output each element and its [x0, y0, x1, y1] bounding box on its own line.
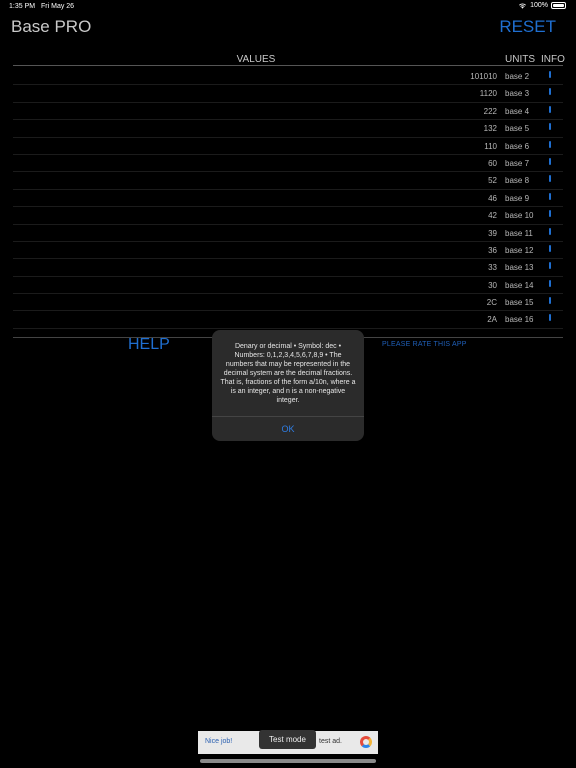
info-icon[interactable]	[549, 279, 551, 287]
ad-logo-icon	[360, 736, 372, 748]
row-value: 33	[488, 263, 497, 273]
row-unit: base 10	[505, 211, 534, 221]
row-unit: base 11	[505, 228, 533, 238]
info-column-header: INFO	[541, 54, 565, 65]
table-row: 42 base 10	[13, 207, 563, 225]
alert-message: Denary or decimal • Symbol: dec • Number…	[220, 343, 356, 404]
table-row: 36 base 12	[13, 242, 563, 260]
row-value: 132	[483, 124, 497, 134]
row-unit: base 12	[505, 245, 534, 255]
status-right: 100%	[518, 2, 566, 9]
table-row: 132 base 5	[13, 120, 563, 138]
row-unit: base 3	[505, 89, 530, 99]
ad-right-text: test ad.	[319, 738, 342, 745]
info-icon[interactable]	[549, 244, 551, 252]
row-unit: base 14	[505, 280, 534, 290]
rate-app-link[interactable]: PLEASE RATE THIS APP	[382, 341, 467, 348]
row-value: 110	[484, 141, 497, 151]
row-value: 222	[483, 106, 497, 116]
alert-dialog: Denary or decimal • Symbol: dec • Number…	[212, 330, 364, 441]
table-row: 46 base 9	[13, 190, 563, 208]
row-value: 1120	[479, 89, 497, 99]
values-column-header: VALUES	[236, 54, 276, 65]
table-row: 222 base 4	[13, 103, 563, 121]
ad-left-text: Nice job!	[205, 738, 233, 745]
info-icon[interactable]	[549, 140, 551, 148]
row-unit: base 7	[505, 158, 530, 168]
table-row: 2A base 16	[13, 311, 563, 329]
battery-fill	[553, 4, 564, 7]
ad-test-mode-label: Test mode	[259, 730, 316, 749]
table-row: 110 base 6	[13, 138, 563, 155]
row-value: 36	[488, 245, 497, 255]
info-icon[interactable]	[549, 71, 551, 78]
row-unit: base 9	[505, 193, 530, 203]
info-icon[interactable]	[549, 297, 551, 305]
row-value: 60	[488, 158, 497, 168]
header-divider	[13, 65, 563, 66]
row-unit: base 4	[505, 106, 530, 116]
help-button[interactable]: HELP	[128, 336, 170, 354]
row-value: 2C	[486, 298, 497, 308]
info-icon[interactable]	[549, 314, 551, 322]
app-title: Base PRO	[11, 17, 92, 36]
info-icon[interactable]	[549, 192, 551, 200]
row-value: 52	[488, 176, 497, 186]
info-icon[interactable]	[549, 88, 551, 96]
info-icon[interactable]	[549, 227, 551, 235]
table-row: 1120 base 3	[13, 85, 563, 103]
home-indicator[interactable]	[200, 759, 376, 763]
row-value: 30	[488, 280, 497, 290]
row-value: 39	[488, 228, 497, 238]
info-icon[interactable]	[549, 105, 551, 113]
info-icon[interactable]	[549, 262, 551, 270]
battery-icon	[551, 2, 566, 9]
row-unit: base 6	[505, 141, 530, 151]
status-time: 1:35 PM	[9, 3, 36, 10]
table-row: 101010 base 2	[13, 68, 563, 86]
table-row: 30 base 14	[13, 277, 563, 295]
row-unit: base 8	[505, 176, 530, 186]
status-date: Fri May 26	[41, 3, 75, 10]
row-value: 101010	[470, 72, 497, 81]
info-icon[interactable]	[549, 175, 551, 183]
row-unit: base 15	[505, 298, 534, 308]
row-value: 42	[488, 211, 497, 221]
row-unit: base 13	[505, 263, 534, 273]
reset-button[interactable]: RESET	[499, 17, 556, 37]
units-column-header: UNITS	[505, 54, 535, 65]
row-unit: base 16	[505, 315, 534, 325]
ad-banner[interactable]: Nice job! test ad. Test mode	[198, 730, 378, 754]
table-row: 60 base 7	[13, 155, 563, 173]
table-row: 2C base 15	[13, 294, 563, 312]
table-row: 39 base 11	[13, 225, 563, 242]
info-icon[interactable]	[549, 210, 551, 218]
table-row: 52 base 8	[13, 172, 563, 190]
base-table: 101010 base 2 1120 base 3 222 base 4 132 base 5…	[13, 68, 563, 329]
status-bar: 1:35 PM Fri May 26 100%	[0, 0, 576, 14]
row-unit: base 2	[505, 72, 530, 81]
alert-ok-button[interactable]: OK	[212, 417, 364, 441]
row-unit: base 5	[505, 124, 530, 134]
row-value: 2A	[487, 315, 497, 325]
wifi-icon	[519, 3, 527, 9]
info-icon[interactable]	[549, 157, 551, 165]
table-row: 33 base 13	[13, 259, 563, 277]
info-icon[interactable]	[549, 123, 551, 131]
row-value: 46	[488, 193, 497, 203]
battery-percent: 100%	[530, 2, 548, 9]
